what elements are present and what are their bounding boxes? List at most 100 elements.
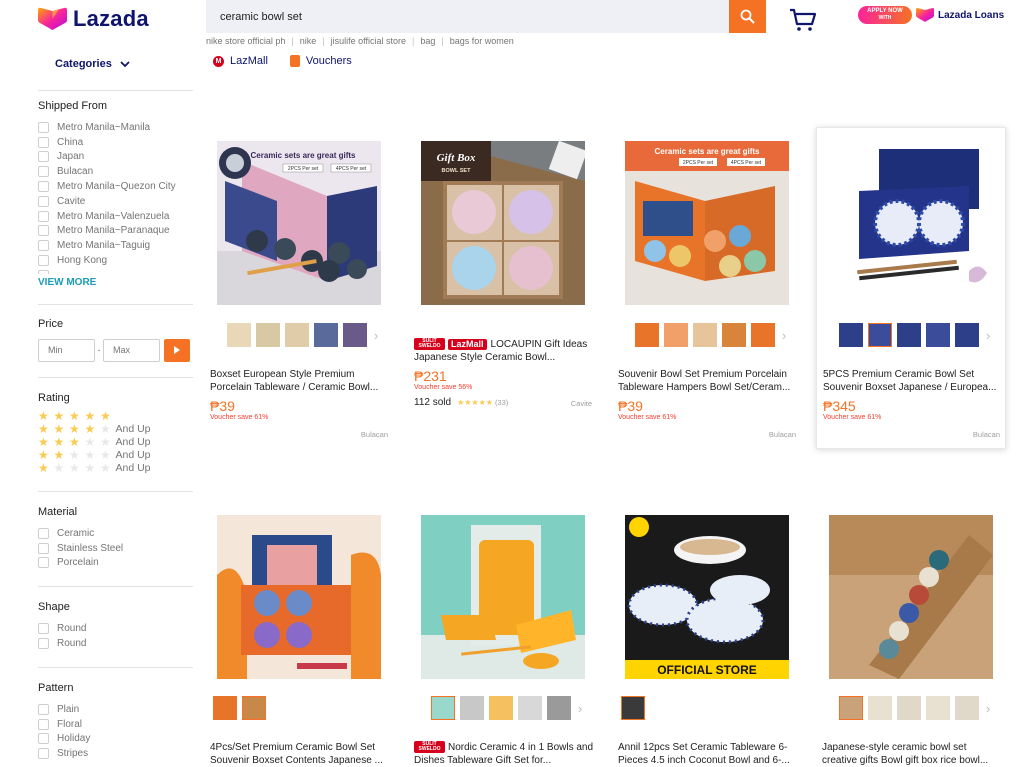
thumbnail[interactable] [897,696,921,720]
thumbnail-selected[interactable] [431,696,455,720]
product-image[interactable]: Ceramic sets are great gifts 2PCS Per se… [625,141,789,305]
checkbox[interactable] [38,718,49,730]
checkbox[interactable] [38,748,49,760]
product-image[interactable] [829,141,993,305]
product-title[interactable]: Annil 12pcs Set Ceramic Tableware 6-Piec… [618,741,800,767]
product-title[interactable]: Souvenir Bowl Set Premium Porcelain Tabl… [618,368,800,394]
thumbnail[interactable] [955,323,979,347]
checkbox[interactable] [38,166,49,178]
checkbox[interactable] [38,623,49,635]
hot-word[interactable]: nike store official ph [206,36,285,46]
checkbox[interactable] [38,527,49,539]
thumbnail[interactable] [518,696,542,720]
cart-icon[interactable] [789,8,817,32]
product-image[interactable]: Ceramic sets are great gifts 2PCS Per se… [217,141,381,305]
filter-option[interactable]: Round [38,636,193,651]
chevron-right-icon[interactable]: › [782,328,786,343]
lazada-loans-banner[interactable]: APPLY NOW WITH Lazada Loans [858,6,1004,24]
thumbnail[interactable] [489,696,513,720]
filter-option[interactable]: Floral [38,717,193,732]
thumbnail[interactable] [751,323,775,347]
thumbnail[interactable] [722,323,746,347]
product-card[interactable]: Ceramic sets are great gifts 2PCS Per se… [613,127,803,449]
filter-option[interactable]: Metro Manila~Taguig [38,238,193,253]
thumbnail-selected[interactable] [621,696,645,720]
thumbnail[interactable] [314,323,338,347]
hot-word[interactable]: nike [300,36,317,46]
filter-option[interactable]: Cavite [38,194,193,209]
lazada-logo[interactable]: Lazada [38,6,149,32]
thumbnail[interactable] [460,696,484,720]
filter-option[interactable]: Hong Kong [38,253,193,268]
categories-dropdown[interactable]: Categories [55,54,193,74]
apply-now-pill[interactable]: APPLY NOW WITH [858,6,912,24]
checkbox[interactable] [38,225,49,237]
product-card[interactable]: › 5PCS Premium Ceramic Bowl Set Souvenir… [816,127,1006,449]
filter-option[interactable]: Ceramic [38,526,193,541]
filter-option[interactable]: Metro Manila~Quezon City [38,179,193,194]
product-card[interactable]: Ceramic sets are great gifts 2PCS Per se… [205,127,395,449]
thumbnail[interactable] [635,323,659,347]
product-image[interactable] [217,515,381,679]
checkbox[interactable] [38,210,49,222]
lazmall-link[interactable]: M LazMall [213,55,268,67]
chevron-right-icon[interactable]: › [578,701,582,716]
product-title[interactable]: Boxset European Style Premium Porcelain … [210,368,392,394]
filter-option[interactable]: Porcelain [38,556,193,571]
checkbox[interactable] [38,542,49,554]
filter-option[interactable]: Plain [38,702,193,717]
checkbox[interactable] [38,195,49,207]
product-title[interactable]: 5PCS Premium Ceramic Bowl Set Souvenir B… [823,368,1005,394]
product-card[interactable]: › SULIT SWELDO Nordic Ceramic 4 in 1 Bowls… [409,500,599,767]
rating-option-1[interactable]: ★ ★ ★ ★ ★ And Up [38,461,193,475]
product-card[interactable]: › Japanese-style ceramic bowl set creati… [816,500,1006,767]
checkbox[interactable] [38,557,49,569]
thumbnail[interactable] [227,323,251,347]
thumbnail[interactable] [664,323,688,347]
hot-word[interactable]: jisulife official store [331,36,406,46]
thumbnail[interactable] [955,696,979,720]
checkbox[interactable] [38,255,49,267]
checkbox[interactable] [38,733,49,745]
filter-option[interactable]: Metro Manila~Paranaque [38,224,193,239]
thumbnail[interactable] [926,696,950,720]
checkbox[interactable] [38,703,49,715]
thumbnail-selected[interactable] [242,696,266,720]
checkbox[interactable] [38,136,49,148]
checkbox[interactable] [38,638,49,650]
filter-option[interactable]: Stripes [38,746,193,761]
checkbox[interactable] [38,181,49,193]
filter-option[interactable]: Stainless Steel [38,541,193,556]
hot-word[interactable]: bag [420,36,435,46]
filter-option[interactable]: Holiday [38,732,193,747]
product-image[interactable] [829,515,993,679]
hot-word[interactable]: bags for women [450,36,514,46]
chevron-right-icon[interactable]: › [374,328,378,343]
product-card[interactable]: 4Pcs/Set Premium Ceramic Bowl Set Souven… [205,500,395,767]
thumbnail[interactable] [693,323,717,347]
price-apply-button[interactable] [164,338,190,362]
filter-option[interactable]: China [38,135,193,150]
view-more-link[interactable]: VIEW MORE [38,277,193,288]
thumbnail[interactable] [868,696,892,720]
thumbnail[interactable] [343,323,367,347]
search-input[interactable] [206,0,729,33]
product-title[interactable]: Japanese-style ceramic bowl set creative… [822,741,1004,767]
thumbnail[interactable] [839,323,863,347]
filter-option[interactable]: Bulacan [38,164,193,179]
product-title[interactable]: 4Pcs/Set Premium Ceramic Bowl Set Souven… [210,741,392,767]
product-image[interactable]: OFFICIAL STORE [625,515,789,679]
checkbox[interactable] [38,151,49,163]
product-image[interactable] [421,515,585,679]
product-card[interactable]: OFFICIAL STORE Annil 12pcs Set Ceramic T… [613,500,803,767]
product-title[interactable]: SULIT SWELDO Nordic Ceramic 4 in 1 Bowls a… [414,741,596,767]
chevron-right-icon[interactable]: › [986,328,990,343]
filter-option[interactable]: Metro Manila~Valenzuela [38,209,193,224]
product-image[interactable]: Gift Box BOWL SET [421,141,585,305]
vouchers-link[interactable]: Vouchers [289,55,352,67]
filter-option[interactable]: Metro Manila~Manila [38,120,193,135]
filter-option[interactable]: Round [38,621,193,636]
search-button[interactable] [729,0,766,33]
checkbox[interactable] [38,269,49,274]
chevron-right-icon[interactable]: › [986,701,990,716]
